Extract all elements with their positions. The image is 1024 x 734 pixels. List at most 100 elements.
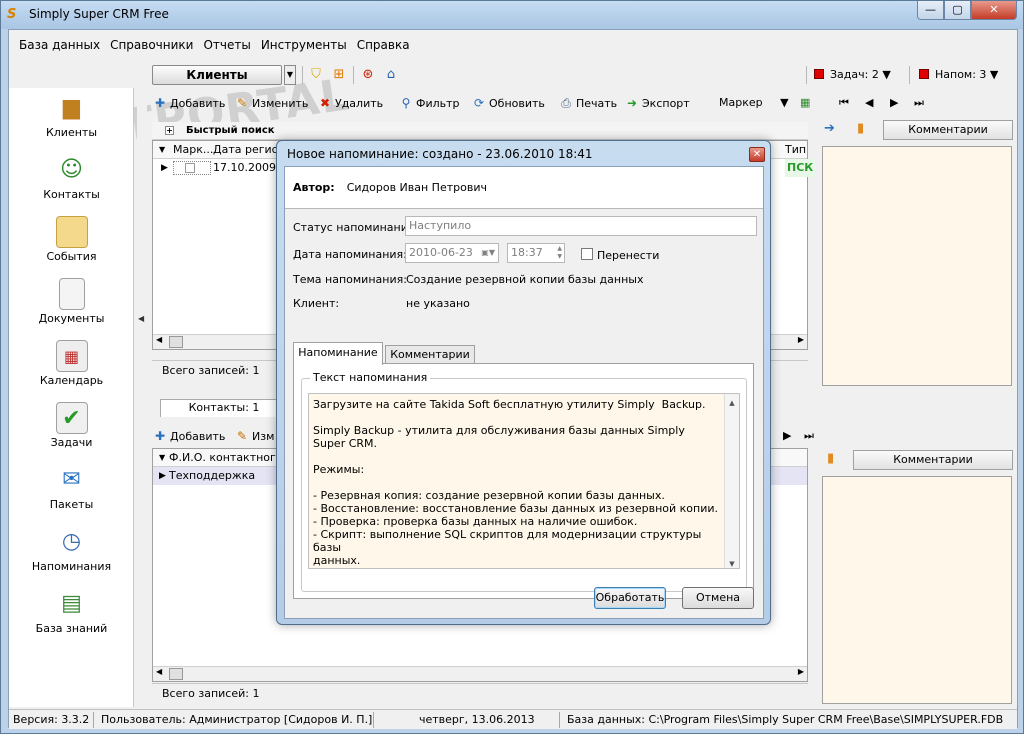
marker-dropdown[interactable]: Маркер ▼ — [719, 94, 789, 112]
comments-panel-top[interactable] — [822, 146, 1012, 386]
sidebar-item-packages[interactable]: ✉ Пакеты — [9, 464, 134, 524]
menu-database[interactable]: База данных — [19, 38, 100, 52]
tasks-flag-icon — [814, 69, 824, 79]
sidebar-item-documents[interactable]: Документы — [9, 278, 134, 338]
sidebar-item-clients[interactable]: ▆ Клиенты — [9, 92, 134, 152]
add-button[interactable]: ✚ Добавить — [153, 94, 225, 112]
reminder-text-memo[interactable]: Загрузите на сайте Takida Soft бесплатну… — [308, 393, 740, 569]
sidebar-item-tasks[interactable]: ✔ Задачи — [9, 402, 134, 462]
sidebar-splitter[interactable]: ◀ — [137, 88, 147, 707]
right-top-toolbar: ➔ ▮ Комментарии — [817, 119, 1017, 141]
client-label: Клиент: — [293, 297, 340, 310]
close-window-button[interactable]: ✕ — [971, 1, 1017, 20]
navigation-sidebar: ▆ Клиенты ☺ Контакты События Документы ▦… — [9, 88, 134, 707]
first-record-button[interactable]: ⏮ — [839, 94, 849, 112]
home-icon[interactable]: ⌂ — [383, 67, 399, 83]
sidebar-item-reminders[interactable]: ◷ Напоминания — [9, 526, 134, 586]
contact-name-cell: Техподдержка — [169, 469, 256, 482]
date-label: Дата напоминания: — [293, 248, 407, 261]
subject-label: Тема напоминания: — [293, 273, 407, 286]
column-marker[interactable]: Марк... — [173, 141, 213, 159]
filter-button[interactable]: ⚲ Фильтр — [399, 94, 460, 112]
dialog-close-button[interactable]: ✕ — [749, 147, 765, 162]
status-label: Статус напоминания: — [293, 221, 419, 234]
author-value: Сидоров Иван Петрович — [346, 181, 487, 194]
reminders-flag-icon — [919, 69, 929, 79]
comments-button-bottom[interactable]: Комментарии — [853, 450, 1013, 470]
window-title: Simply Super CRM Free — [29, 7, 169, 21]
title-bar: S Simply Super CRM Free — ▢ ✕ — [1, 1, 1023, 29]
maximize-button[interactable]: ▢ — [944, 1, 971, 20]
edit-contact-button[interactable]: ✎ Изм — [235, 427, 274, 445]
author-band: Автор: Сидоров Иван Петрович — [285, 167, 763, 209]
cancel-button[interactable]: Отмена — [682, 587, 754, 609]
splitter-arrow-icon[interactable]: ◀ — [138, 314, 144, 323]
main-toolbar: Клиенты ▼ ⛉ ⊞ ⊛ ⌂ Задач: 2 ▼ Напом: 3 ▼ — [9, 62, 1017, 88]
tab-contacts[interactable]: Контакты: 1 — [160, 399, 288, 417]
sidebar-item-events[interactable]: События — [9, 216, 134, 276]
reminder-text-caption: Текст напоминания — [310, 371, 431, 384]
clock-icon: ◷ — [61, 529, 82, 554]
reminder-tab-page: Текст напоминания Загрузите на сайте Tak… — [293, 363, 754, 599]
quick-search-bar[interactable]: + Быстрый поиск — [152, 122, 808, 140]
app-logo-icon: S — [7, 7, 17, 22]
memo-scrollbar[interactable]: ▲ ▼ — [724, 394, 739, 568]
bottom-hscrollbar[interactable]: ◀ ▶ — [153, 666, 807, 681]
documents-icon — [58, 278, 85, 310]
tasks-icon: ✔ — [55, 402, 88, 434]
menu-reports[interactable]: Отчеты — [203, 38, 250, 52]
clipboard-icon[interactable]: ▮ — [827, 451, 834, 466]
menu-help[interactable]: Справка — [357, 38, 410, 52]
bottom-last-button[interactable]: ⏭ — [804, 427, 814, 445]
sidebar-item-knowledge-base[interactable]: ▤ База знаний — [9, 588, 134, 648]
reminders-indicator[interactable]: Напом: 3 ▼ — [919, 66, 998, 84]
row-client-type: ПСК — [785, 159, 816, 177]
tasks-indicator[interactable]: Задач: 2 ▼ — [814, 66, 891, 84]
right-bottom-toolbar: ▮ Комментарии — [817, 449, 1017, 471]
date-field[interactable]: 2010-06-23 ▣▼ — [405, 243, 499, 263]
contacts-icon: ☺ — [60, 157, 83, 182]
last-record-button[interactable]: ⏭ — [914, 94, 924, 112]
clipboard-icon[interactable]: ▮ — [857, 121, 864, 136]
export-button[interactable]: ➜ Экспорт — [625, 94, 690, 112]
menu-bar: База данных Справочники Отчеты Инструмен… — [9, 30, 1017, 60]
sidebar-item-calendar[interactable]: ▦ Календарь — [9, 340, 134, 400]
time-field[interactable]: 18:37 ▲ ▼ — [507, 243, 565, 263]
expand-icon[interactable]: + — [165, 126, 174, 135]
arrow-right-icon[interactable]: ➔ — [824, 121, 835, 136]
tab-reminder[interactable]: Напоминание — [293, 342, 383, 365]
process-button[interactable]: Обработать — [594, 587, 666, 609]
minimize-button[interactable]: — — [917, 1, 944, 20]
bottom-next-button[interactable]: ▶ — [783, 427, 791, 445]
add-contact-button[interactable]: ✚ Добавить — [153, 427, 225, 445]
sidebar-item-contacts[interactable]: ☺ Контакты — [9, 154, 134, 214]
status-database: База данных: C:\Program Files\Simply Sup… — [567, 713, 1004, 726]
column-contact-name[interactable]: Ф.И.О. контактного л — [169, 449, 293, 467]
grid-view-icon[interactable]: ▦ — [800, 94, 810, 112]
new-reminder-dialog: Новое напоминание: создано - 23.06.2010 … — [276, 140, 771, 625]
status-date: четверг, 13.06.2013 — [419, 713, 535, 726]
status-version: Версия: 3.3.2 — [13, 713, 90, 726]
prev-record-button[interactable]: ◀ — [865, 94, 873, 112]
menu-tools[interactable]: Инструменты — [261, 38, 347, 52]
book-icon: ▤ — [61, 591, 82, 616]
refresh-button[interactable]: ⟳ Обновить — [472, 94, 545, 112]
next-record-button[interactable]: ▶ — [890, 94, 898, 112]
print-button[interactable]: ⎙ Печать — [559, 94, 617, 112]
tab-comments[interactable]: Комментарии — [385, 345, 475, 364]
folder-icon: ▆ — [63, 95, 80, 120]
actions-toolbar: ✚ Добавить ✎ Изменить ✖ Удалить ⚲ Фильтр ⟳ Об… — [149, 92, 1015, 114]
dialog-tabs: Напоминание Комментарии — [293, 342, 753, 365]
lifebuoy-icon[interactable]: ⊛ — [360, 67, 376, 83]
edit-button[interactable]: ✎ Изменить — [235, 94, 308, 112]
menu-references[interactable]: Справочники — [110, 38, 193, 52]
comments-button-top[interactable]: Комментарии — [883, 120, 1013, 140]
author-label: Автор: — [293, 181, 335, 194]
calendar-icon: ▦ — [55, 340, 88, 372]
status-field[interactable]: Наступило — [405, 216, 757, 236]
delete-button[interactable]: ✖ Удалить — [318, 94, 383, 112]
comments-panel-bottom[interactable] — [822, 476, 1012, 704]
postpone-checkbox[interactable] — [581, 248, 593, 260]
dialog-title: Новое напоминание: создано - 23.06.2010 … — [287, 147, 593, 161]
row-checkbox[interactable] — [185, 163, 195, 173]
